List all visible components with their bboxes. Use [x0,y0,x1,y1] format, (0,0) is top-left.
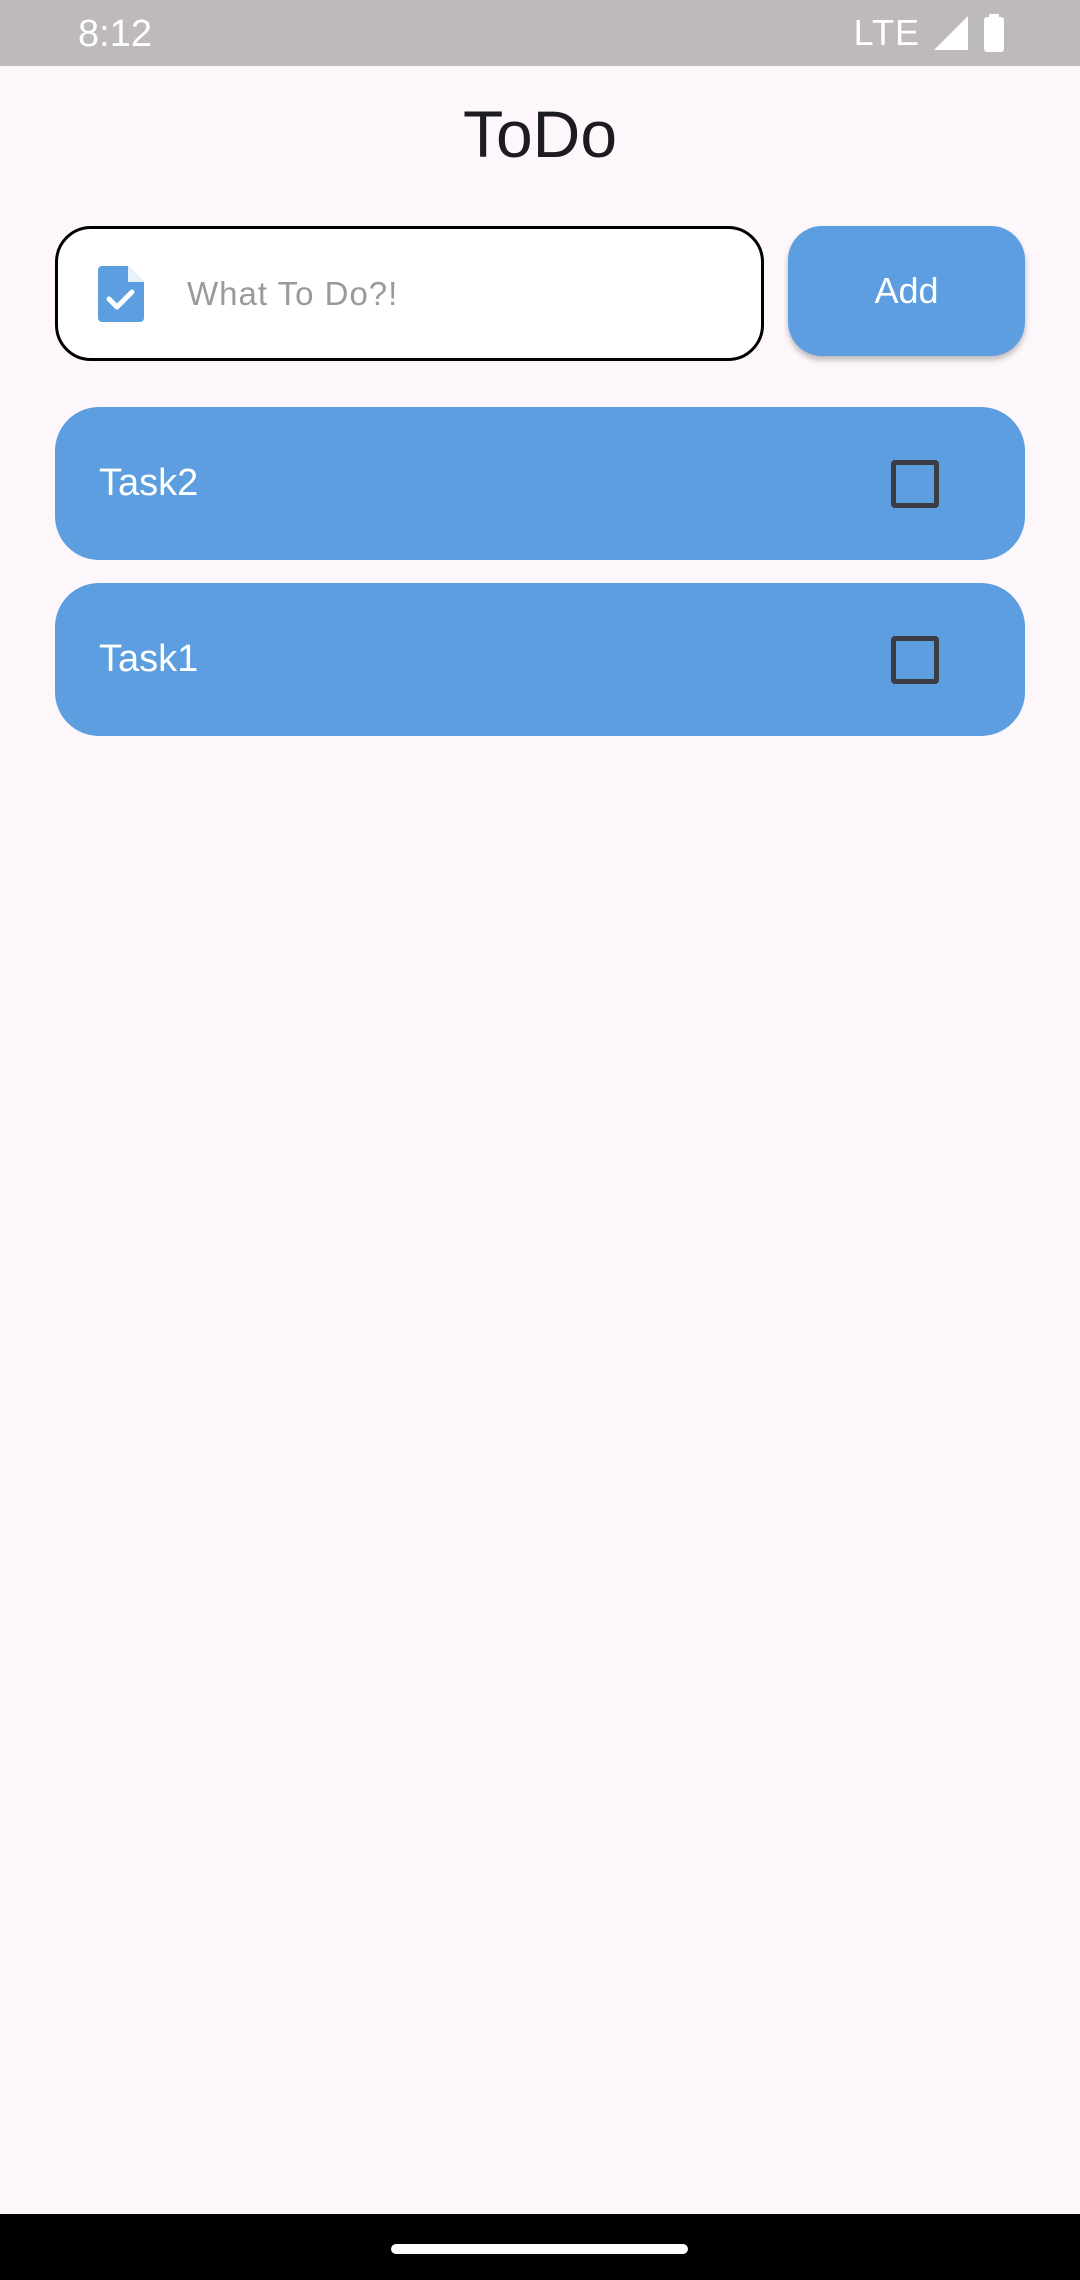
add-button[interactable]: Add [788,226,1025,356]
task-label: Task2 [99,462,199,504]
network-type: LTE [853,12,920,53]
home-handle[interactable] [391,2244,688,2254]
navigation-bar [0,2214,1080,2280]
list-item[interactable]: Task2 [55,407,1025,560]
battery-icon [982,14,1006,52]
task-input-field[interactable] [55,226,764,361]
signal-icon [932,14,970,52]
task-input[interactable] [187,229,727,358]
status-indicators: LTE [854,10,1006,56]
status-time: 8:12 [78,13,152,55]
status-bar: 8:12 LTE [0,0,1080,66]
task-file-icon [98,266,144,322]
task-list: Task2 Task1 [55,407,1025,759]
task-checkbox[interactable] [891,460,939,508]
list-item[interactable]: Task1 [55,583,1025,736]
task-label: Task1 [99,638,199,680]
task-checkbox[interactable] [891,636,939,684]
page-title: ToDo [462,97,618,171]
